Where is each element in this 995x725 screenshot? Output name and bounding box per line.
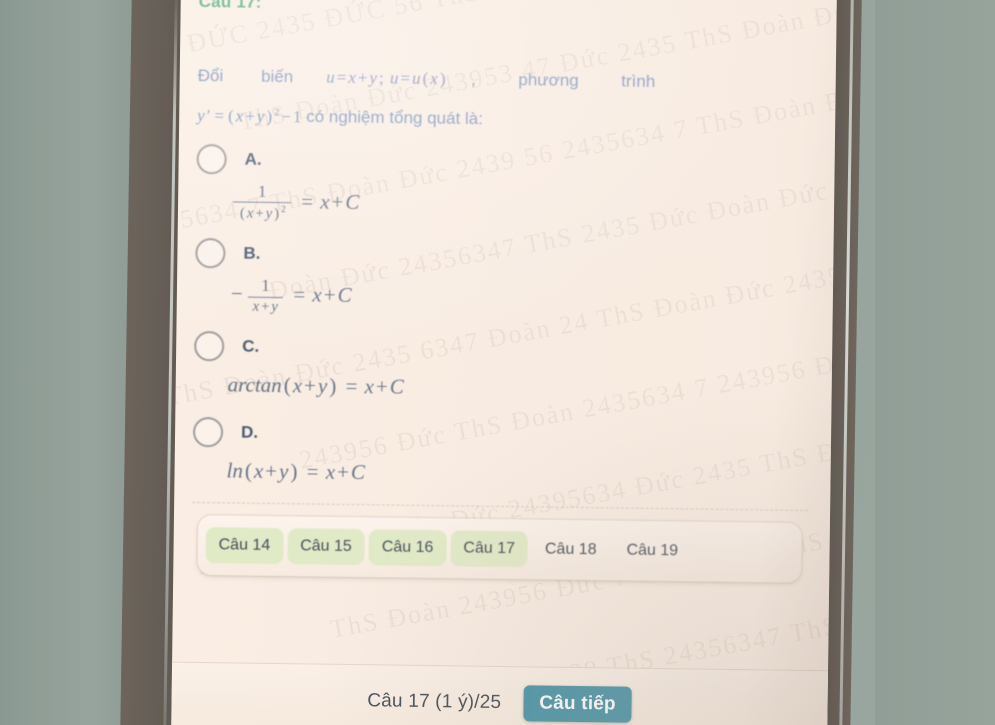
radio-button-icon-d[interactable] xyxy=(192,416,224,447)
phone-screen: 24356 ĐỨC 2435 ĐỨC 56 ThS Đoàn 24356 ĐỨC… xyxy=(171,0,837,725)
question-comma: , xyxy=(470,69,476,89)
photo-scene: 24356 ĐỨC 2435 ĐỨC 56 ThS Đoàn 24356 ĐỨC… xyxy=(0,0,995,725)
bottom-action-bar: Câu 17 (1 ý)/25 Câu tiếp xyxy=(171,661,829,725)
radio-button-icon-c[interactable] xyxy=(194,330,225,362)
option-letter-d: D. xyxy=(240,422,259,442)
background-wall-left xyxy=(0,0,130,725)
option-math-d: ln(x+y) = x+C xyxy=(226,457,366,484)
option-math-c: arctan(x+y) = x+C xyxy=(227,372,404,399)
nav-pill-4[interactable]: Câu 17 xyxy=(450,530,529,568)
option-math-a: 1(x + y) 2 = x+C xyxy=(230,181,812,230)
nav-pill-1[interactable]: Câu 14 xyxy=(205,527,284,565)
radio-button-icon-b[interactable] xyxy=(195,238,226,269)
section-divider xyxy=(192,501,809,512)
question-tail-text: có nghiệm tổng quát là: xyxy=(306,107,484,129)
answer-option-b[interactable]: B. −1 x + y = x+C xyxy=(195,238,812,323)
answer-option-c[interactable]: C. arctan(x+y) = x+C xyxy=(193,330,810,409)
background-wall-right xyxy=(875,0,995,725)
question-navigation-bar[interactable]: Câu 14 Câu 15 Câu 16 Câu 17 Câu 18 Câu 19 xyxy=(197,515,802,583)
option-letter-a: A. xyxy=(244,149,262,169)
option-letter-b: B. xyxy=(243,243,261,264)
nav-pill-6[interactable]: Câu 19 xyxy=(613,532,691,569)
question-stem: Đổi biến u = x + y; u = u(x) , phương trình y ′… xyxy=(197,58,814,142)
question-word-doi: Đổi xyxy=(197,65,224,86)
nav-pill-3[interactable]: Câu 16 xyxy=(368,529,447,567)
option-math-b: −1 x + y = x+C xyxy=(230,276,352,316)
answer-option-d[interactable]: D. ln(x+y) = x+C xyxy=(192,416,809,494)
answer-options-list: A. 1(x + y) 2 = x+C B. −1 x + y = x+C C.… xyxy=(192,143,813,494)
next-question-button[interactable]: Câu tiếp xyxy=(523,684,633,723)
quiz-page: Câu 17: Đổi biến u = x + y; u = u(x) , phương … xyxy=(171,0,837,725)
radio-button-icon-a[interactable] xyxy=(196,143,227,175)
option-letter-c: C. xyxy=(242,336,260,356)
nav-pill-2[interactable]: Câu 15 xyxy=(286,528,366,566)
question-number-label: Câu 17: xyxy=(198,0,262,12)
question-word-bien: biến xyxy=(260,66,294,87)
nav-pill-5[interactable]: Câu 18 xyxy=(532,531,610,568)
answer-option-a[interactable]: A. 1(x + y) 2 = x+C xyxy=(196,143,813,231)
progress-indicator: Câu 17 (1 ý)/25 xyxy=(367,689,502,713)
substitution-formula: u = x + y; u = u(x) xyxy=(326,67,446,89)
question-word-phuong: phương xyxy=(518,70,579,90)
differential-equation: y ′ =(x + y) 2−1 xyxy=(197,105,302,126)
question-word-trinh: trình xyxy=(621,71,656,91)
